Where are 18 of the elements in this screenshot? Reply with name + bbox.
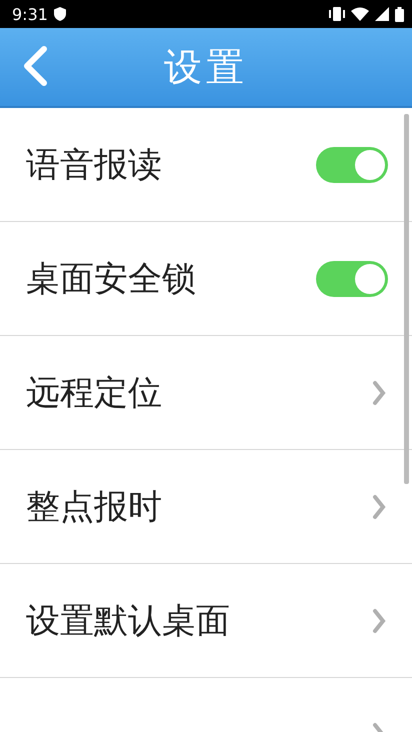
chevron-icon <box>372 608 386 634</box>
toggle-switch[interactable] <box>316 146 388 182</box>
clock: 9:31 <box>12 4 48 24</box>
item-label: 设置默认桌面 <box>26 600 231 642</box>
signal-icon <box>375 7 389 21</box>
battery-icon <box>395 6 404 22</box>
shield-icon <box>54 7 66 21</box>
item-label: 远程定位 <box>26 372 163 414</box>
wifi-icon <box>351 7 369 21</box>
chevron-icon <box>372 380 386 406</box>
item-label: 桌面安全锁 <box>26 258 197 300</box>
toggle-switch[interactable] <box>316 260 388 296</box>
chevron-icon <box>372 494 386 520</box>
item-label: 语音报读 <box>26 144 163 186</box>
settings-item[interactable]: 设置默认桌面 <box>0 564 412 678</box>
vibrate-icon <box>329 7 345 21</box>
item-label: 整点报时 <box>26 486 163 528</box>
page-title: 设置 <box>164 44 248 90</box>
